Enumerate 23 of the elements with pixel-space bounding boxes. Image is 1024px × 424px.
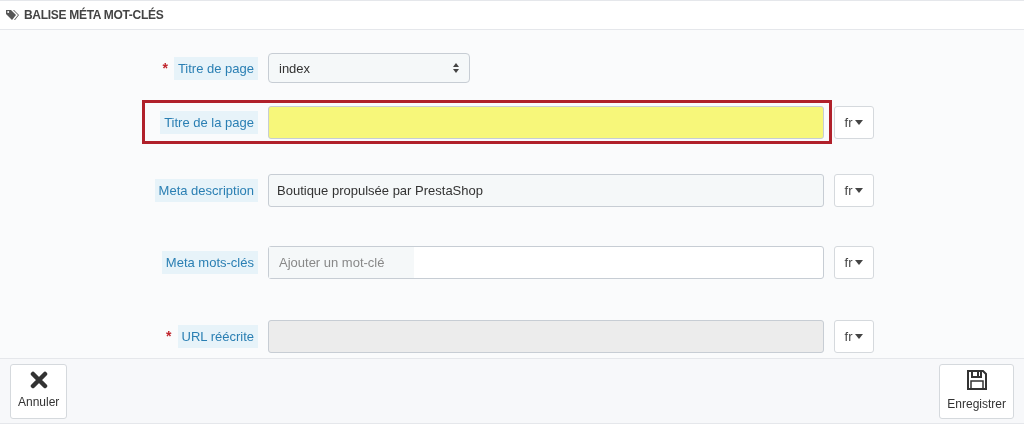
panel-title: BALISE MÉTA MOT-CLÉS [24,6,164,25]
updown-icon [453,63,459,74]
caret-icon [855,119,864,125]
required-asterisk: * [166,326,172,346]
field-label: Titre de la page [160,110,258,135]
save-button[interactable]: Enregistrer [939,363,1014,419]
caret-icon [855,259,864,265]
cancel-button[interactable]: Annuler [10,363,68,419]
text-input[interactable] [268,105,824,139]
close-icon [29,371,48,390]
caret-icon [855,333,864,339]
language-dropdown[interactable]: fr [834,245,874,279]
field-label: Titre de page [173,56,258,81]
tag-icon [6,9,20,22]
caret-icon [855,187,864,193]
field-label: Meta mots-clés [161,250,258,275]
field-label: Meta description [154,178,258,203]
required-asterisk: * [162,58,168,78]
field-label: URL réécrite [177,324,258,349]
page-select[interactable]: index [268,53,470,84]
text-input[interactable]: Boutique propulsée par PrestaShop [268,173,824,207]
language-dropdown[interactable]: fr [834,173,874,207]
language-dropdown[interactable]: fr [834,105,874,139]
